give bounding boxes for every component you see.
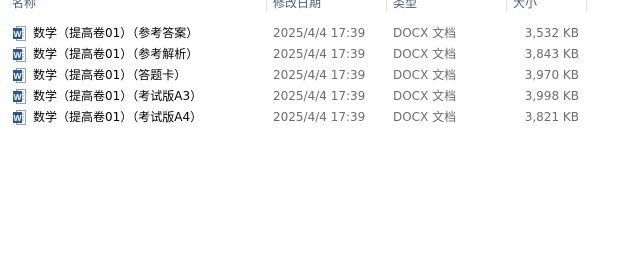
column-header-bar: 名称 修改日期 类型 大小 <box>0 0 638 12</box>
column-header-modified[interactable]: 修改日期 <box>273 0 321 12</box>
file-row[interactable]: W 数学（提高卷01）（参考解析） 2025/4/4 17:39 DOCX 文档 3,8… <box>0 44 638 65</box>
file-type: DOCX 文档 <box>393 89 457 103</box>
file-name: 数学（提高卷01）（考试版A3） <box>33 89 203 103</box>
file-row[interactable]: W 数学（提高卷01）（考试版A3） 2025/4/4 17:39 DOCX 文档 3,… <box>0 86 638 107</box>
file-size: 3,843 KB <box>524 47 579 61</box>
column-divider[interactable] <box>506 0 507 12</box>
svg-text:W: W <box>13 29 22 39</box>
file-type: DOCX 文档 <box>393 47 457 61</box>
column-divider[interactable] <box>386 0 387 12</box>
column-divider[interactable] <box>266 0 267 12</box>
word-doc-icon: W <box>13 68 26 83</box>
svg-text:W: W <box>13 50 22 60</box>
column-header-size[interactable]: 大小 <box>513 0 537 12</box>
file-row[interactable]: W 数学（提高卷01）（答题卡） 2025/4/4 17:39 DOCX 文档 3,97… <box>0 65 638 86</box>
file-name: 数学（提高卷01）（考试版A4） <box>33 110 203 124</box>
file-size: 3,821 KB <box>524 110 579 124</box>
svg-text:W: W <box>13 92 22 102</box>
word-doc-icon: W <box>13 26 26 41</box>
file-modified-date: 2025/4/4 17:39 <box>273 89 366 103</box>
file-row[interactable]: W 数学（提高卷01）（参考答案） 2025/4/4 17:39 DOCX 文档 3,5… <box>0 23 638 44</box>
file-name: 数学（提高卷01）（答题卡） <box>33 68 187 82</box>
word-doc-icon: W <box>13 47 26 62</box>
file-type: DOCX 文档 <box>393 110 457 124</box>
file-name: 数学（提高卷01）（参考解析） <box>33 47 199 61</box>
file-type: DOCX 文档 <box>393 68 457 82</box>
file-modified-date: 2025/4/4 17:39 <box>273 110 366 124</box>
column-header-type[interactable]: 类型 <box>393 0 417 12</box>
file-row[interactable]: W 数学（提高卷01）（考试版A4） 2025/4/4 17:39 DOCX 文档 3,… <box>0 107 638 128</box>
svg-text:W: W <box>13 71 22 81</box>
file-name: 数学（提高卷01）（参考答案） <box>33 26 199 40</box>
file-size: 3,532 KB <box>524 26 579 40</box>
svg-text:W: W <box>13 113 22 123</box>
word-doc-icon: W <box>13 110 26 125</box>
column-divider[interactable] <box>586 0 587 12</box>
file-type: DOCX 文档 <box>393 26 457 40</box>
file-modified-date: 2025/4/4 17:39 <box>273 26 366 40</box>
file-size: 3,998 KB <box>524 89 579 103</box>
file-modified-date: 2025/4/4 17:39 <box>273 47 366 61</box>
file-modified-date: 2025/4/4 17:39 <box>273 68 366 82</box>
file-size: 3,970 KB <box>524 68 579 82</box>
word-doc-icon: W <box>13 89 26 104</box>
column-header-name[interactable]: 名称 <box>12 0 36 12</box>
